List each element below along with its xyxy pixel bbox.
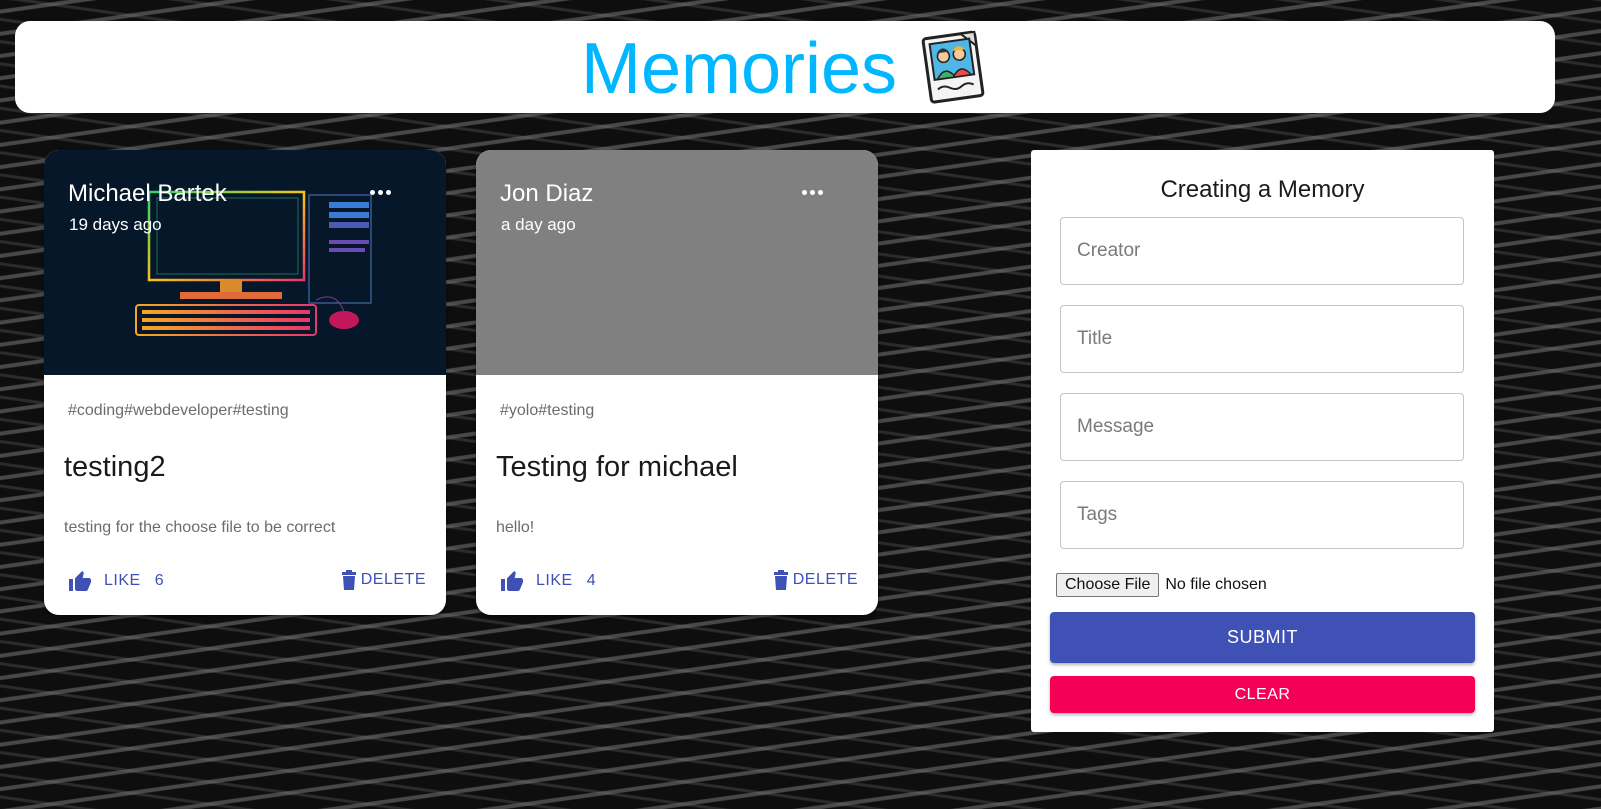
- card-media: Jon Diaz a day ago: [476, 150, 878, 375]
- like-count: 4: [586, 572, 597, 589]
- card-message: hello!: [496, 519, 535, 536]
- delete-button[interactable]: DELETE: [773, 570, 858, 590]
- like-button[interactable]: LIKE 4: [500, 570, 596, 592]
- like-label: LIKE: [104, 572, 141, 589]
- tags-field: [1060, 481, 1464, 549]
- more-options-icon[interactable]: [370, 184, 394, 200]
- card-actions: LIKE 6 DELETE: [44, 570, 446, 602]
- more-options-icon[interactable]: [802, 184, 826, 200]
- card-creator: Jon Diaz: [500, 180, 594, 207]
- memory-card: Jon Diaz a day ago #yolo#testing Testing…: [476, 150, 878, 615]
- like-button[interactable]: LIKE 6: [68, 570, 164, 592]
- thumb-up-icon: [69, 571, 91, 591]
- delete-button[interactable]: DELETE: [341, 570, 426, 590]
- form-heading: Creating a Memory: [1160, 176, 1365, 203]
- card-tags: #yolo#testing: [500, 402, 595, 419]
- create-memory-form: Creating a Memory Choose File No file ch…: [1031, 150, 1494, 732]
- file-input-row: Choose File No file chosen: [1056, 573, 1267, 597]
- card-message: testing for the choose file to be correc…: [64, 519, 336, 536]
- message-input[interactable]: [1061, 394, 1463, 460]
- trash-icon: [341, 570, 356, 590]
- memory-card: Michael Bartek 19 days ago #coding#webde…: [44, 150, 446, 615]
- like-count: 6: [154, 572, 165, 589]
- card-actions: LIKE 4 DELETE: [476, 570, 878, 602]
- delete-label: DELETE: [360, 571, 426, 588]
- card-tags: #coding#webdeveloper#testing: [68, 402, 289, 419]
- title-field: [1060, 305, 1464, 373]
- tags-input[interactable]: [1061, 482, 1463, 548]
- delete-label: DELETE: [792, 571, 858, 588]
- creator-field: [1060, 217, 1464, 285]
- thumb-up-icon: [501, 571, 523, 591]
- card-title: testing2: [64, 451, 166, 483]
- card-creator: Michael Bartek: [68, 180, 227, 207]
- file-status: No file chosen: [1165, 576, 1267, 593]
- trash-icon: [773, 570, 788, 590]
- card-title: Testing for michael: [496, 451, 738, 483]
- submit-button[interactable]: SUBMIT: [1050, 612, 1475, 663]
- card-media: Michael Bartek 19 days ago: [44, 150, 446, 375]
- clear-button[interactable]: CLEAR: [1050, 676, 1475, 713]
- app-title: Memories: [580, 29, 898, 109]
- app-bar: Memories: [15, 21, 1555, 113]
- message-field: [1060, 393, 1464, 461]
- choose-file-button[interactable]: Choose File: [1056, 573, 1160, 597]
- creator-input[interactable]: [1061, 218, 1463, 284]
- card-time-ago: 19 days ago: [69, 215, 162, 234]
- title-input[interactable]: [1061, 306, 1463, 372]
- photo-memories-icon: [921, 30, 985, 104]
- like-label: LIKE: [536, 572, 573, 589]
- card-time-ago: a day ago: [501, 215, 576, 234]
